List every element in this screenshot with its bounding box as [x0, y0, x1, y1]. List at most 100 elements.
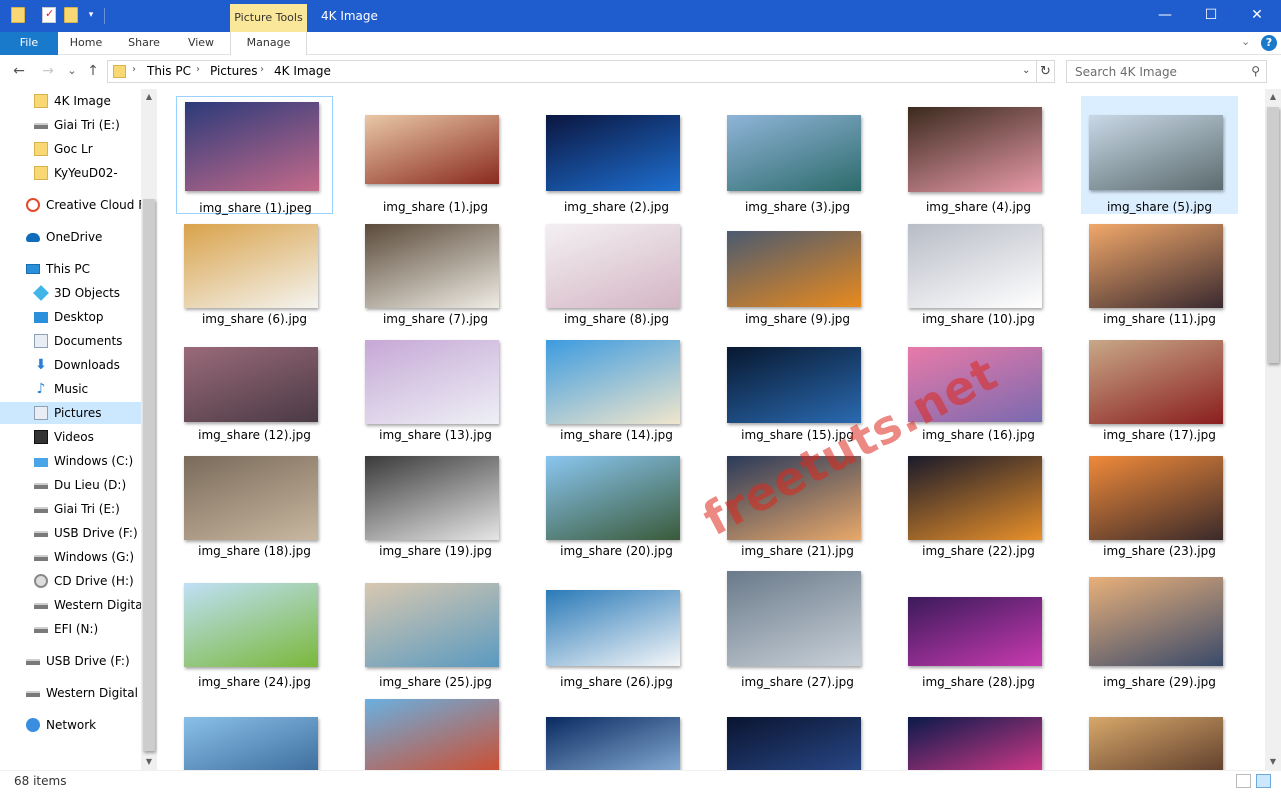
breadcrumb-pictures[interactable]: Pictures: [210, 64, 258, 78]
file-item[interactable]: img_share (18).jpg: [176, 444, 333, 562]
file-item[interactable]: img_share (2).jpg: [538, 96, 695, 214]
new-folder-icon[interactable]: [64, 7, 78, 23]
sidebar-item-downloads[interactable]: ⬇ Downloads: [0, 354, 141, 376]
sidebar-item-western-digital-pa[interactable]: Western Digital Pa: [0, 682, 156, 704]
customize-quick-access-icon[interactable]: ▾: [84, 7, 98, 23]
file-item[interactable]: img_share (17).jpg: [1081, 328, 1238, 446]
tab-home[interactable]: Home: [60, 32, 112, 55]
maximize-button[interactable]: ☐: [1188, 0, 1234, 32]
file-item[interactable]: [176, 699, 333, 770]
file-item[interactable]: img_share (4).jpg: [900, 96, 1057, 214]
scroll-down-arrow[interactable]: ▼: [141, 754, 157, 770]
file-item[interactable]: [719, 699, 876, 770]
sidebar-item-cd-drive-h[interactable]: CD Drive (H:): [0, 570, 141, 592]
file-item[interactable]: img_share (26).jpg: [538, 571, 695, 689]
scrollbar-thumb[interactable]: [1267, 107, 1279, 363]
breadcrumb-this-pc[interactable]: This PC: [147, 64, 191, 78]
sidebar-item-label: Windows (G:): [54, 550, 135, 564]
sidebar-item-goc-lr[interactable]: Goc Lr: [0, 138, 141, 160]
sidebar-item-pictures[interactable]: Pictures: [0, 402, 141, 424]
file-item[interactable]: img_share (20).jpg: [538, 444, 695, 562]
file-item[interactable]: img_share (3).jpg: [719, 96, 876, 214]
file-item[interactable]: img_share (23).jpg: [1081, 444, 1238, 562]
sidebar-item-desktop[interactable]: Desktop: [0, 306, 141, 328]
details-view-button[interactable]: [1236, 774, 1251, 788]
sidebar-item-windows-c[interactable]: Windows (C:): [0, 450, 141, 472]
breadcrumb-chevron-icon[interactable]: ›: [132, 64, 136, 75]
sidebar-item-usb-drive-f[interactable]: USB Drive (F:): [0, 522, 141, 544]
file-item[interactable]: img_share (6).jpg: [176, 212, 333, 330]
file-item[interactable]: img_share (24).jpg: [176, 571, 333, 689]
file-item[interactable]: img_share (14).jpg: [538, 328, 695, 446]
tab-view[interactable]: View: [176, 32, 226, 55]
sidebar-item-giai-tri-e[interactable]: Giai Tri (E:): [0, 114, 141, 136]
sidebar-item-kyyeud02[interactable]: KyYeuD02-: [0, 162, 141, 184]
address-dropdown-icon[interactable]: ⌄: [1022, 65, 1030, 76]
file-item[interactable]: img_share (22).jpg: [900, 444, 1057, 562]
sidebar-item-western-digital-p[interactable]: Western Digital P: [0, 594, 157, 616]
properties-icon[interactable]: ✓: [42, 7, 56, 23]
breadcrumb-4k-image[interactable]: 4K Image: [274, 64, 331, 78]
file-item[interactable]: img_share (5).jpg: [1081, 96, 1238, 214]
sidebar-item-onedrive[interactable]: OneDrive: [0, 226, 141, 248]
file-item[interactable]: img_share (10).jpg: [900, 212, 1057, 330]
title-bar[interactable]: ✓ ▾ Picture Tools 4K Image — ☐ ✕: [0, 0, 1281, 32]
close-button[interactable]: ✕: [1234, 0, 1280, 32]
sidebar-item-4k-image[interactable]: 4K Image: [0, 90, 141, 112]
file-item[interactable]: [357, 699, 514, 770]
up-button[interactable]: ↑: [85, 63, 101, 79]
forward-button[interactable]: →: [40, 63, 56, 79]
back-button[interactable]: ←: [11, 63, 27, 79]
file-item[interactable]: img_share (13).jpg: [357, 328, 514, 446]
image-thumbnail: [365, 115, 499, 184]
content-scrollbar[interactable]: ▲ ▼: [1265, 89, 1281, 770]
help-button[interactable]: ?: [1261, 35, 1277, 51]
sidebar-item-creative-cloud-fil[interactable]: Creative Cloud Fil: [0, 194, 151, 216]
large-icons-view-button[interactable]: [1256, 774, 1271, 788]
file-item[interactable]: img_share (27).jpg: [719, 571, 876, 689]
recent-locations-button[interactable]: ⌄: [64, 63, 80, 79]
file-item[interactable]: img_share (1).jpg: [357, 96, 514, 214]
sidebar-item-windows-g[interactable]: Windows (G:): [0, 546, 141, 568]
file-item[interactable]: img_share (11).jpg: [1081, 212, 1238, 330]
file-item[interactable]: img_share (28).jpg: [900, 571, 1057, 689]
file-item[interactable]: img_share (1).jpeg: [176, 96, 333, 215]
sidebar-item-this-pc[interactable]: This PC: [0, 258, 141, 280]
tab-manage[interactable]: Manage: [230, 32, 307, 55]
chevron-down-icon[interactable]: ⌄: [1241, 35, 1250, 48]
file-item[interactable]: [538, 699, 695, 770]
file-item[interactable]: img_share (8).jpg: [538, 212, 695, 330]
address-bar[interactable]: › This PC › Pictures › 4K Image: [107, 60, 1037, 83]
breadcrumb-chevron-icon[interactable]: ›: [196, 64, 200, 75]
sidebar-item-documents[interactable]: Documents: [0, 330, 141, 352]
breadcrumb-chevron-icon[interactable]: ›: [260, 64, 264, 75]
search-icon[interactable]: ⚲: [1251, 64, 1260, 78]
scroll-up-arrow[interactable]: ▲: [141, 89, 157, 105]
file-item[interactable]: img_share (29).jpg: [1081, 571, 1238, 689]
tab-file[interactable]: File: [0, 32, 58, 55]
search-box[interactable]: Search 4K Image ⚲: [1066, 60, 1267, 83]
file-item[interactable]: img_share (19).jpg: [357, 444, 514, 562]
file-item[interactable]: [1081, 699, 1238, 770]
file-list[interactable]: img_share (1).jpeg img_share (1).jpg img_s…: [158, 89, 1265, 770]
file-item[interactable]: [900, 699, 1057, 770]
sidebar-item-efi-n[interactable]: EFI (N:): [0, 618, 141, 640]
scroll-down-arrow[interactable]: ▼: [1265, 754, 1281, 770]
refresh-button[interactable]: ↻: [1037, 60, 1055, 83]
sidebar-item-du-lieu-d[interactable]: Du Lieu (D:): [0, 474, 141, 496]
scrollbar-thumb[interactable]: [143, 199, 155, 751]
tab-share[interactable]: Share: [116, 32, 172, 55]
scroll-up-arrow[interactable]: ▲: [1265, 89, 1281, 105]
sidebar-item-3d-objects[interactable]: 3D Objects: [0, 282, 141, 304]
minimize-button[interactable]: —: [1142, 0, 1188, 32]
file-item[interactable]: img_share (7).jpg: [357, 212, 514, 330]
sidebar-item-network[interactable]: Network: [0, 714, 141, 736]
navigation-scrollbar[interactable]: ▲ ▼: [141, 89, 157, 770]
file-item[interactable]: img_share (12).jpg: [176, 328, 333, 446]
sidebar-item-videos[interactable]: Videos: [0, 426, 141, 448]
sidebar-item-giai-tri-e[interactable]: Giai Tri (E:): [0, 498, 141, 520]
sidebar-item-usb-drive-f[interactable]: USB Drive (F:): [0, 650, 141, 672]
sidebar-item-music[interactable]: ♪ Music: [0, 378, 141, 400]
file-item[interactable]: img_share (9).jpg: [719, 212, 876, 330]
file-item[interactable]: img_share (25).jpg: [357, 571, 514, 689]
